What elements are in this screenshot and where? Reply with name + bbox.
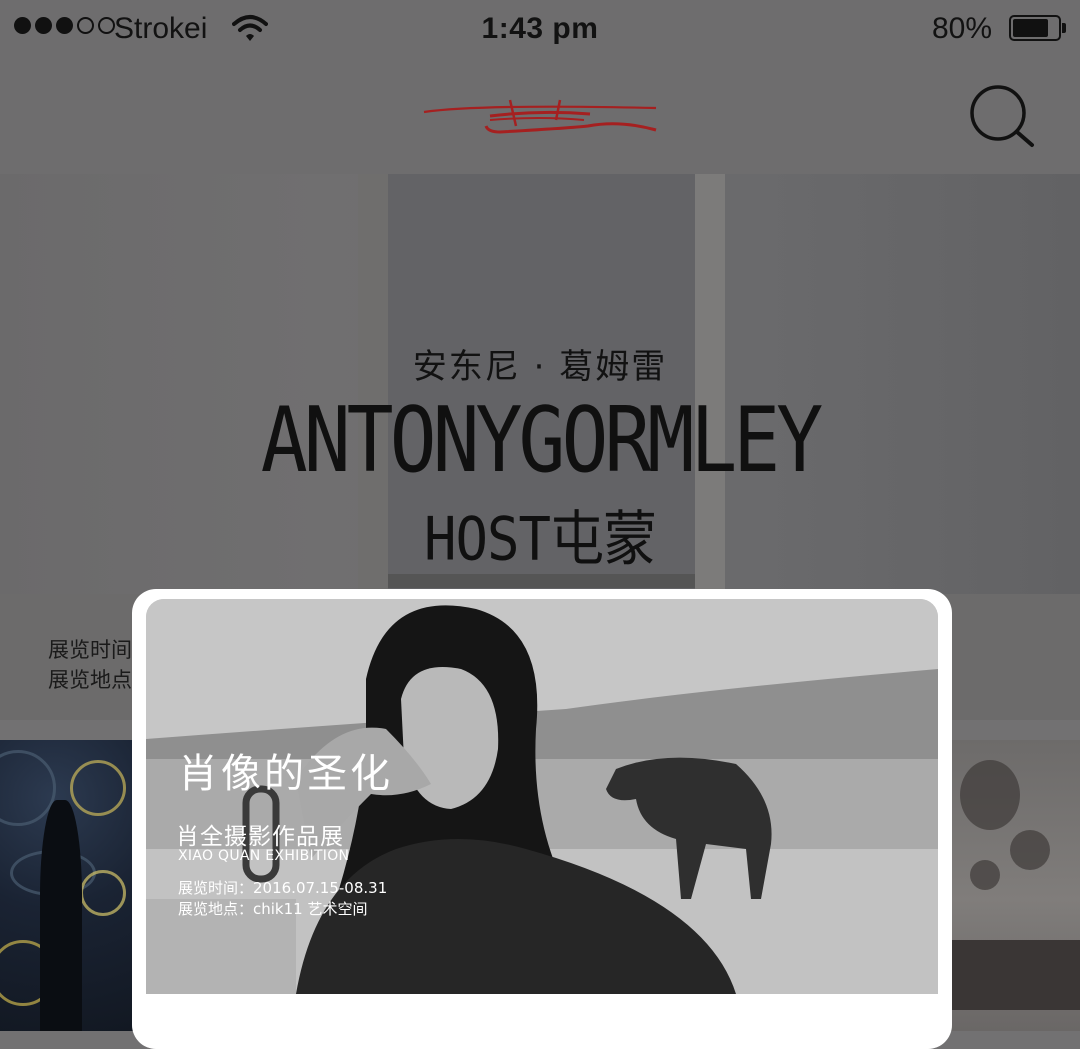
exhibition-subtitle-cn: 肖全摄影作品展 bbox=[176, 824, 344, 850]
nav-bar bbox=[0, 58, 1080, 174]
status-bar: Strokei 1:43 pm 80% bbox=[0, 0, 1080, 58]
battery-percent: 80% bbox=[931, 12, 992, 45]
side-card-left[interactable] bbox=[0, 740, 134, 1031]
featured-exhibition-card[interactable]: 肖像的圣化 肖全摄影作品展 XIAO QUAN EXHIBITION 展览时间：… bbox=[132, 589, 952, 1049]
brush-stroke-logo-icon[interactable] bbox=[420, 86, 660, 142]
clock: 1:43 pm bbox=[481, 12, 599, 45]
exhibition-time: 展览时间：2016.07.15-08.31 bbox=[178, 879, 388, 897]
search-icon bbox=[970, 85, 1034, 147]
exhibition-subtitle-en: XIAO QUAN EXHIBITION bbox=[178, 848, 350, 864]
search-button[interactable] bbox=[966, 82, 1044, 154]
exhibition-title: 肖像的圣化 bbox=[178, 751, 393, 797]
hero-time-label: 展览时间 bbox=[48, 638, 132, 662]
battery-icon bbox=[1009, 15, 1067, 41]
hero-subtitle: 安东尼 · 葛姆雷 bbox=[412, 347, 668, 387]
exhibition-photo: 肖像的圣化 肖全摄影作品展 XIAO QUAN EXHIBITION 展览时间：… bbox=[146, 599, 938, 994]
hero-title-secondary: HOST屯蒙 bbox=[423, 504, 657, 574]
hero-place-label: 展览地点 bbox=[48, 668, 132, 692]
side-card-right[interactable] bbox=[950, 740, 1080, 1031]
exhibition-place: 展览地点：chik11 艺术空间 bbox=[178, 900, 368, 918]
hero-title: ANTONYGORMLEY bbox=[260, 389, 823, 493]
